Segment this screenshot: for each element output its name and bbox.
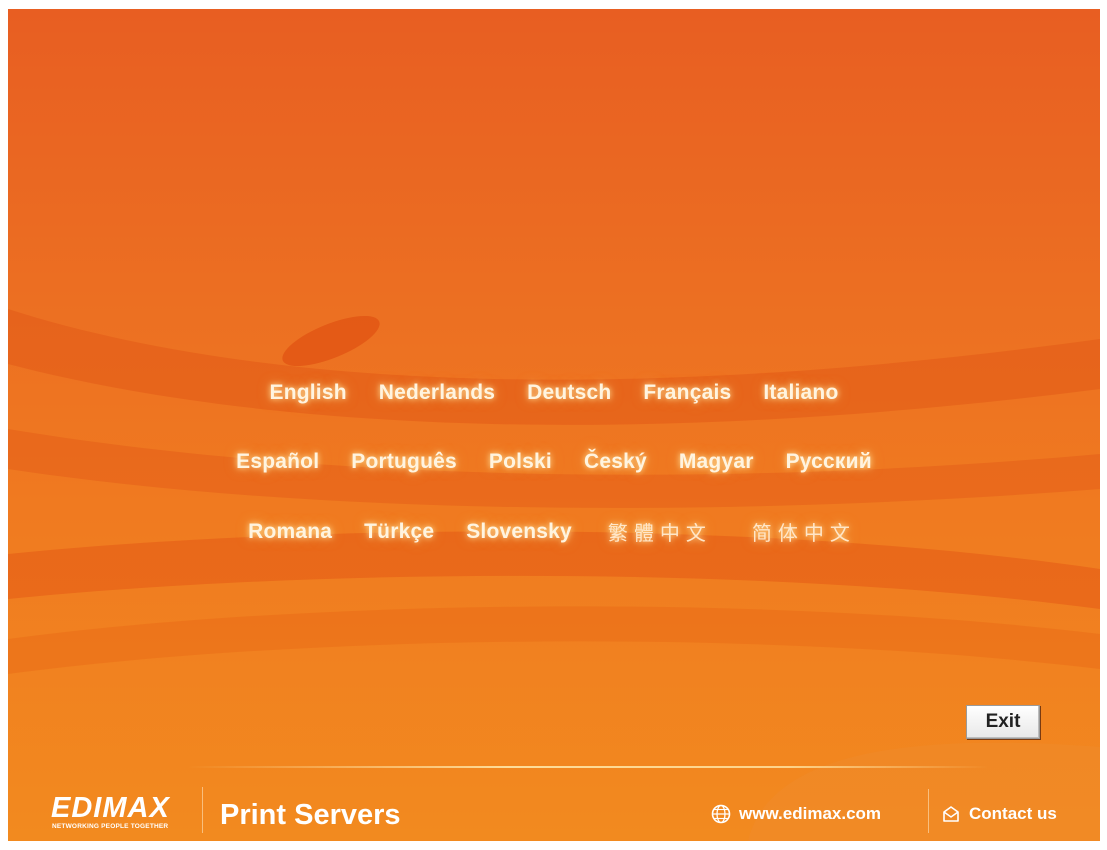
language-turkce[interactable]: Türkçe: [364, 520, 434, 544]
edimax-logo: EDIMAX NETWORKING PEOPLE TOGETHER: [51, 793, 193, 833]
language-russian[interactable]: Русский: [786, 450, 872, 474]
globe-icon: [711, 804, 731, 824]
language-nederlands[interactable]: Nederlands: [379, 381, 495, 405]
language-traditional-chinese[interactable]: 繁體中文: [608, 517, 712, 546]
contact-link[interactable]: Contact us: [941, 804, 1057, 824]
language-cesky[interactable]: Český: [584, 450, 647, 474]
envelope-icon: [943, 806, 959, 822]
footer-separator-2: [928, 789, 929, 833]
language-italiano[interactable]: Italiano: [763, 381, 838, 405]
footer-separator: [202, 787, 203, 833]
logo-tagline: NETWORKING PEOPLE TOGETHER: [52, 823, 169, 830]
footer-divider-line: [188, 766, 988, 768]
language-francais[interactable]: Français: [643, 381, 731, 405]
language-magyar[interactable]: Magyar: [679, 450, 754, 474]
website-label: www.edimax.com: [739, 804, 882, 823]
product-title: Print Servers: [220, 799, 401, 831]
installer-window: English Nederlands Deutsch Français Ital…: [8, 9, 1100, 841]
contact-label: Contact us: [969, 804, 1057, 823]
language-english[interactable]: English: [270, 381, 347, 405]
website-link[interactable]: www.edimax.com: [711, 804, 881, 824]
language-portugues[interactable]: Português: [351, 450, 457, 474]
language-row-1: English Nederlands Deutsch Français Ital…: [8, 381, 1100, 405]
language-polski[interactable]: Polski: [489, 450, 552, 474]
language-simplified-chinese[interactable]: 简体中文: [752, 517, 856, 546]
language-row-3: Romana Türkçe Slovensky 繁體中文 简体中文: [8, 517, 1100, 546]
language-row-2: Español Português Polski Český Magyar Ру…: [8, 450, 1100, 474]
background-swooshes: [8, 309, 1100, 841]
language-romana[interactable]: Romana: [248, 520, 332, 544]
language-slovensky[interactable]: Slovensky: [466, 520, 572, 544]
language-espanol[interactable]: Español: [236, 450, 319, 474]
exit-button[interactable]: Exit: [966, 705, 1040, 739]
language-deutsch[interactable]: Deutsch: [527, 381, 611, 405]
logo-wordmark: EDIMAX: [51, 792, 170, 824]
